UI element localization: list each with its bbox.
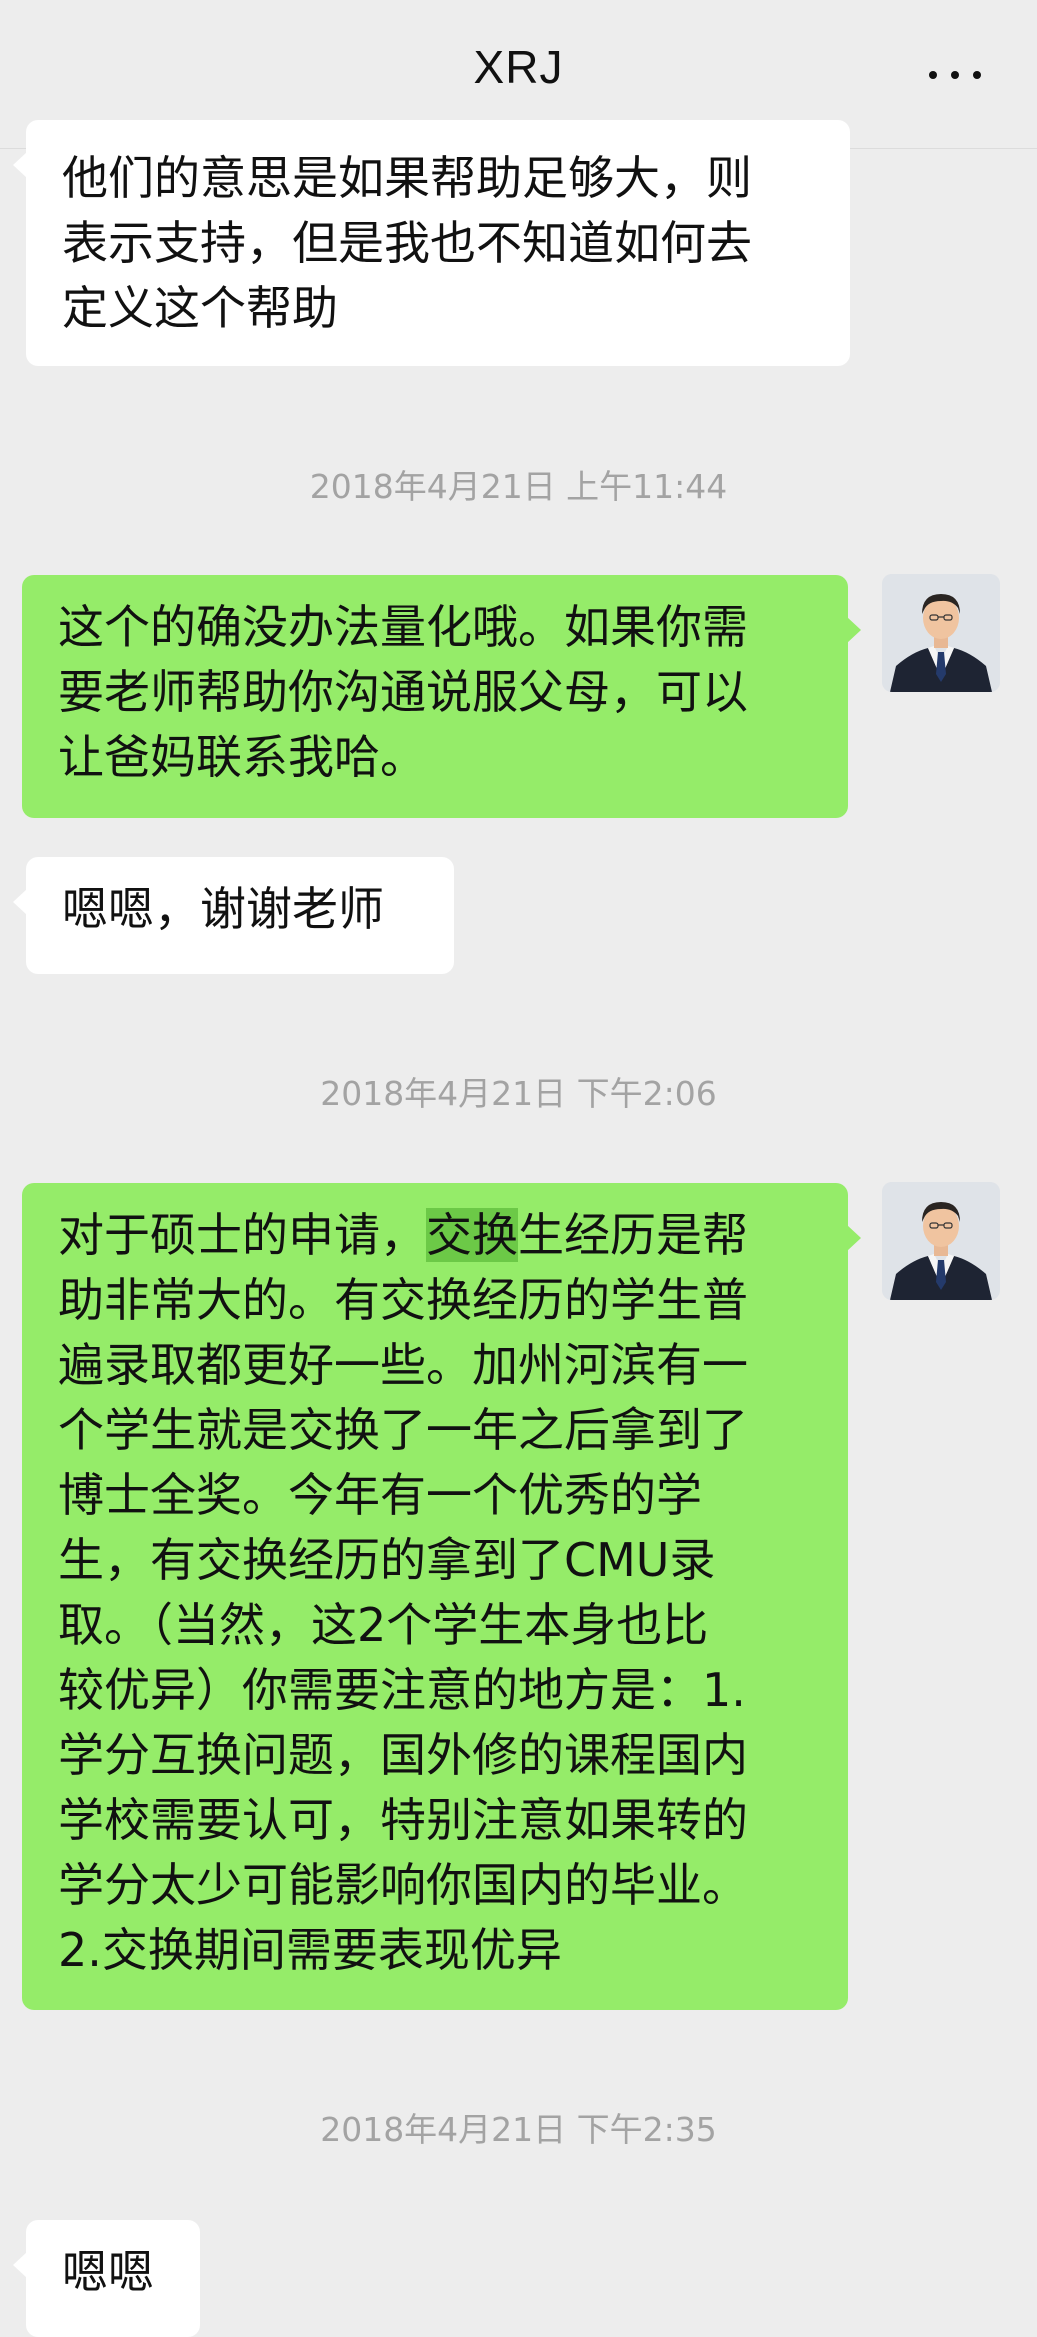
message-line: 嗯嗯 — [62, 2245, 154, 2299]
message-bubble-outgoing[interactable]: 对于硕士的申请，交换生经历是帮 助非常大的。有交换经历的学生普 遍录取都更好一些… — [22, 1183, 861, 2010]
timestamp: 2018年4月21日 下午2:06 — [320, 1074, 717, 1113]
message-line: 定义这个帮助 — [62, 281, 338, 335]
more-dots-icon[interactable] — [929, 68, 981, 82]
timestamp: 2018年4月21日 下午2:35 — [320, 2110, 717, 2149]
message-line: 对于硕士的申请，交换生经历是帮 — [58, 1203, 812, 1268]
teacher-avatar[interactable] — [882, 574, 1000, 692]
message-line: 他们的意思是如果帮助足够大，则 — [62, 151, 752, 205]
teacher-avatar[interactable] — [882, 1182, 1000, 1300]
message-line: 遍录取都更好一些。加州河滨有一 — [58, 1338, 748, 1392]
message-line: 学分互换问题，国外修的课程国内 — [58, 1728, 748, 1782]
message-text: 对于硕士的申请， — [58, 1208, 426, 1262]
message-line: 嗯嗯，谢谢老师 — [62, 882, 384, 936]
message-text: 生经历是帮 — [518, 1208, 748, 1262]
message-bubble-incoming[interactable]: 嗯嗯，谢谢老师 — [13, 857, 454, 974]
message-line: 让爸妈联系我哈。 — [58, 730, 426, 784]
message-bubble-outgoing[interactable]: 这个的确没办法量化哦。如果你需 要老师帮助你沟通说服父母，可以 让爸妈联系我哈。 — [22, 575, 861, 818]
message-line: 取。（当然，这2个学生本身也比 — [58, 1598, 709, 1652]
message-line: 学校需要认可，特别注意如果转的 — [58, 1793, 748, 1847]
message-bubble-incoming[interactable]: 他们的意思是如果帮助足够大，则 表示支持，但是我也不知道如何去 定义这个帮助 — [13, 120, 850, 366]
message-bubble-incoming[interactable]: 嗯嗯 — [13, 2220, 200, 2337]
search-highlight: 交换 — [426, 1208, 518, 1262]
message-line: 2.交换期间需要表现优异 — [58, 1923, 562, 1977]
message-line: 表示支持，但是我也不知道如何去 — [62, 216, 752, 270]
message-line: 这个的确没办法量化哦。如果你需 — [58, 600, 748, 654]
message-line: 生，有交换经历的拿到了CMU录 — [58, 1533, 716, 1587]
message-line: 较优异）你需要注意的地方是：1. — [58, 1663, 746, 1717]
message-line: 要老师帮助你沟通说服父母，可以 — [58, 665, 748, 719]
timestamp: 2018年4月21日 上午11:44 — [309, 467, 728, 506]
message-line: 个学生就是交换了一年之后拿到了 — [58, 1403, 748, 1457]
message-line: 助非常大的。有交换经历的学生普 — [58, 1273, 748, 1327]
message-line: 学分太少可能影响你国内的毕业。 — [58, 1858, 748, 1912]
message-line: 博士全奖。今年有一个优秀的学 — [58, 1468, 702, 1522]
chat-title: XRJ — [473, 41, 564, 93]
